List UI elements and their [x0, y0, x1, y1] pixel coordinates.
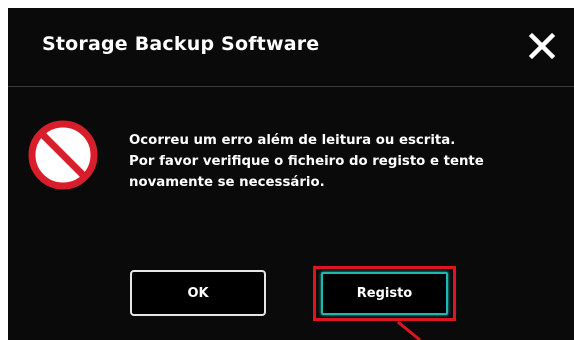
registo-button[interactable]: Registo — [321, 272, 448, 315]
prohibited-icon — [28, 120, 98, 190]
message-line: Ocorreu um erro além de leitura ou escri… — [129, 133, 456, 148]
close-icon — [528, 32, 556, 60]
error-dialog: Storage Backup Software Ocorreu um erro … — [8, 8, 574, 340]
message-line: Por favor verifique o ficheiro do regist… — [129, 154, 484, 169]
message-line: novamente se necessário. — [129, 175, 325, 190]
error-message: Ocorreu um erro além de leitura ou escri… — [129, 130, 549, 193]
close-button[interactable] — [526, 30, 558, 62]
ok-button[interactable]: OK — [130, 270, 266, 316]
dialog-title: Storage Backup Software — [42, 33, 320, 55]
dialog-titlebar: Storage Backup Software — [8, 8, 574, 87]
